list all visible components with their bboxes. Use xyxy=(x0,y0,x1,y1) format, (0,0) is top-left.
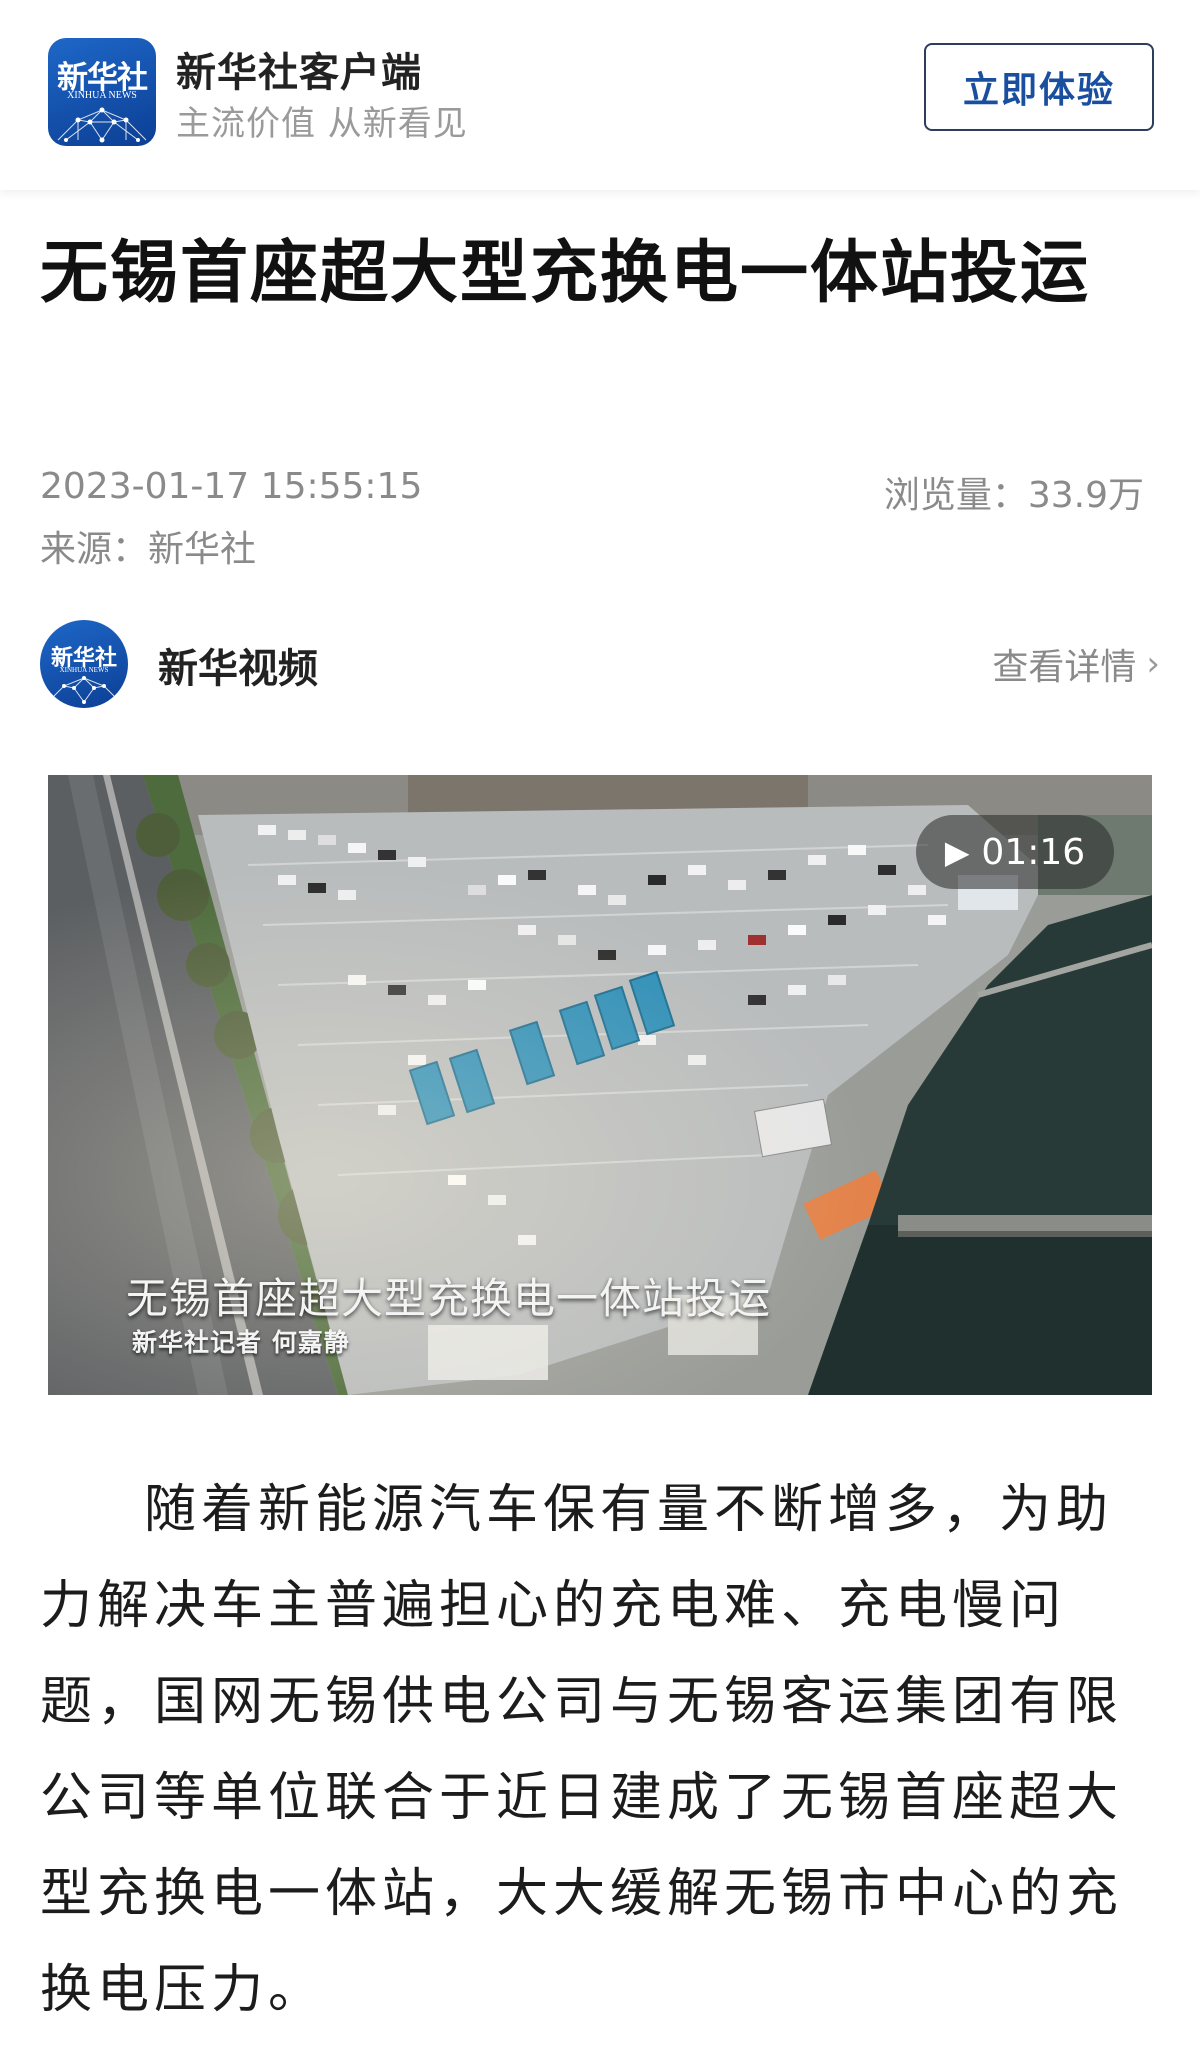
view-count: 浏览量：33.9万 xyxy=(883,475,1144,516)
channel-name[interactable]: 新华视频 xyxy=(158,636,318,694)
article-source: 来源：新华社 xyxy=(40,529,257,570)
channel-avatar[interactable]: 新华社 XINHUA NEWS xyxy=(40,620,128,708)
video-caption: 无锡首座超大型充换电一体站投运 xyxy=(126,1274,772,1323)
article-paragraph: 随着新能源汽车保有量不断增多，为助力解决车主普遍担心的充电难、充电慢问题，国网无… xyxy=(40,1480,1124,2020)
publish-date: 2023-01-17 15:55:15 xyxy=(40,466,423,507)
video-player[interactable]: ▶ 01:16 无锡首座超大型充换电一体站投运 新华社记者 何嘉静 xyxy=(48,775,1152,1395)
play-icon: ▶ xyxy=(944,833,970,871)
globe-network-icon xyxy=(57,107,147,143)
view-details-link[interactable]: 查看详情 › xyxy=(992,638,1160,690)
app-download-banner: 新华社 XINHUA NEWS 新华社客户端 主流价值 从新看见 立即体验 xyxy=(0,0,1200,190)
globe-network-icon xyxy=(47,676,121,704)
view-details-label: 查看详情 xyxy=(992,647,1137,688)
article-title: 无锡首座超大型充换电一体站投运 xyxy=(40,234,1091,313)
app-name: 新华社客户端 xyxy=(176,50,422,96)
xinhua-app-logo[interactable]: 新华社 XINHUA NEWS xyxy=(48,38,156,146)
app-slogan: 主流价值 从新看见 xyxy=(176,104,468,144)
try-now-button[interactable]: 立即体验 xyxy=(924,43,1154,131)
video-duration-badge[interactable]: ▶ 01:16 xyxy=(916,815,1114,889)
video-duration: 01:16 xyxy=(981,831,1086,873)
chevron-right-icon: › xyxy=(1146,644,1160,684)
video-reporter-credit: 新华社记者 何嘉静 xyxy=(132,1328,350,1357)
